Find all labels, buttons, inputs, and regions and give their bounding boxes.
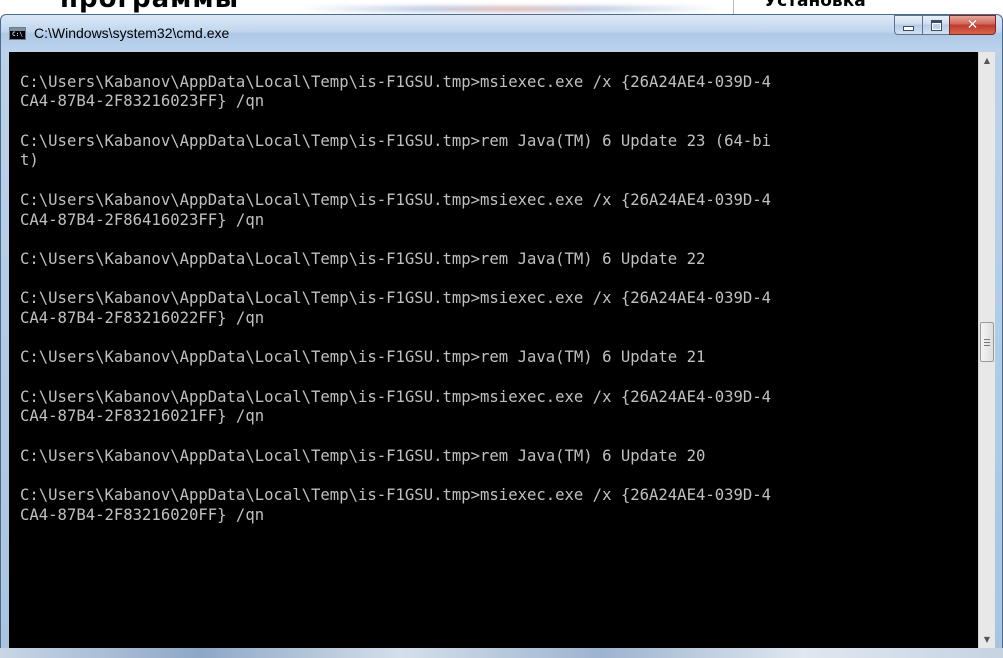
console-line: CA4-87B4-2F86416023FF} /qn xyxy=(20,210,265,229)
console-line: C:\Users\Kabanov\AppData\Local\Temp\is-F… xyxy=(20,72,772,91)
console-line: t) xyxy=(20,151,39,170)
console-line: C:\Users\Kabanov\AppData\Local\Temp\is-F… xyxy=(20,289,772,308)
console-line: CA4-87B4-2F83216020FF} /qn xyxy=(20,505,265,524)
window-title: C:\Windows\system32\cmd.exe xyxy=(34,25,230,41)
close-button[interactable]: ✕ xyxy=(949,15,996,35)
close-icon: ✕ xyxy=(966,17,979,33)
vertical-scrollbar[interactable]: ▲ ▼ xyxy=(978,52,995,648)
minimize-button[interactable] xyxy=(894,15,922,35)
console-line: C:\Users\Kabanov\AppData\Local\Temp\is-F… xyxy=(20,348,706,367)
minimize-icon xyxy=(903,26,914,31)
scroll-down-arrow-icon[interactable]: ▼ xyxy=(979,631,995,648)
console-line: CA4-87B4-2F83216022FF} /qn xyxy=(20,308,265,327)
console-line: C:\Users\Kabanov\AppData\Local\Temp\is-F… xyxy=(20,387,772,406)
console-line: CA4-87B4-2F83216023FF} /qn xyxy=(20,92,265,111)
background-taskbar-blur xyxy=(0,648,1003,658)
cmd-window: C:\ C:\Windows\system32\cmd.exe ✕ C:\Use… xyxy=(0,14,1003,658)
scroll-up-arrow-icon[interactable]: ▲ xyxy=(979,52,995,69)
console-line: C:\Users\Kabanov\AppData\Local\Temp\is-F… xyxy=(20,446,706,465)
maximize-icon xyxy=(930,19,942,31)
console-text: C:\Users\Kabanov\AppData\Local\Temp\is-F… xyxy=(9,52,978,545)
console-line: C:\Users\Kabanov\AppData\Local\Temp\is-F… xyxy=(20,131,772,150)
background-blur-decoration xyxy=(300,6,720,12)
background-divider xyxy=(733,0,734,14)
background-heading-left: программы xyxy=(60,0,239,14)
console-line: C:\Users\Kabanov\AppData\Local\Temp\is-F… xyxy=(20,190,772,209)
console-line: CA4-87B4-2F83216021FF} /qn xyxy=(20,407,265,426)
caption-buttons: ✕ xyxy=(894,15,996,36)
scroll-thumb[interactable] xyxy=(980,322,994,362)
cmd-icon-label: C:\ xyxy=(12,31,23,38)
maximize-button[interactable] xyxy=(922,15,949,35)
scroll-grip-icon xyxy=(984,338,990,346)
title-bar[interactable]: C:\ C:\Windows\system32\cmd.exe ✕ xyxy=(1,15,1002,52)
background-heading-right: Установка xyxy=(764,0,866,11)
cmd-icon[interactable]: C:\ xyxy=(9,27,26,40)
console-line: C:\Users\Kabanov\AppData\Local\Temp\is-F… xyxy=(20,249,706,268)
console-line: C:\Users\Kabanov\AppData\Local\Temp\is-F… xyxy=(20,486,772,505)
console-output[interactable]: C:\Users\Kabanov\AppData\Local\Temp\is-F… xyxy=(9,52,978,648)
